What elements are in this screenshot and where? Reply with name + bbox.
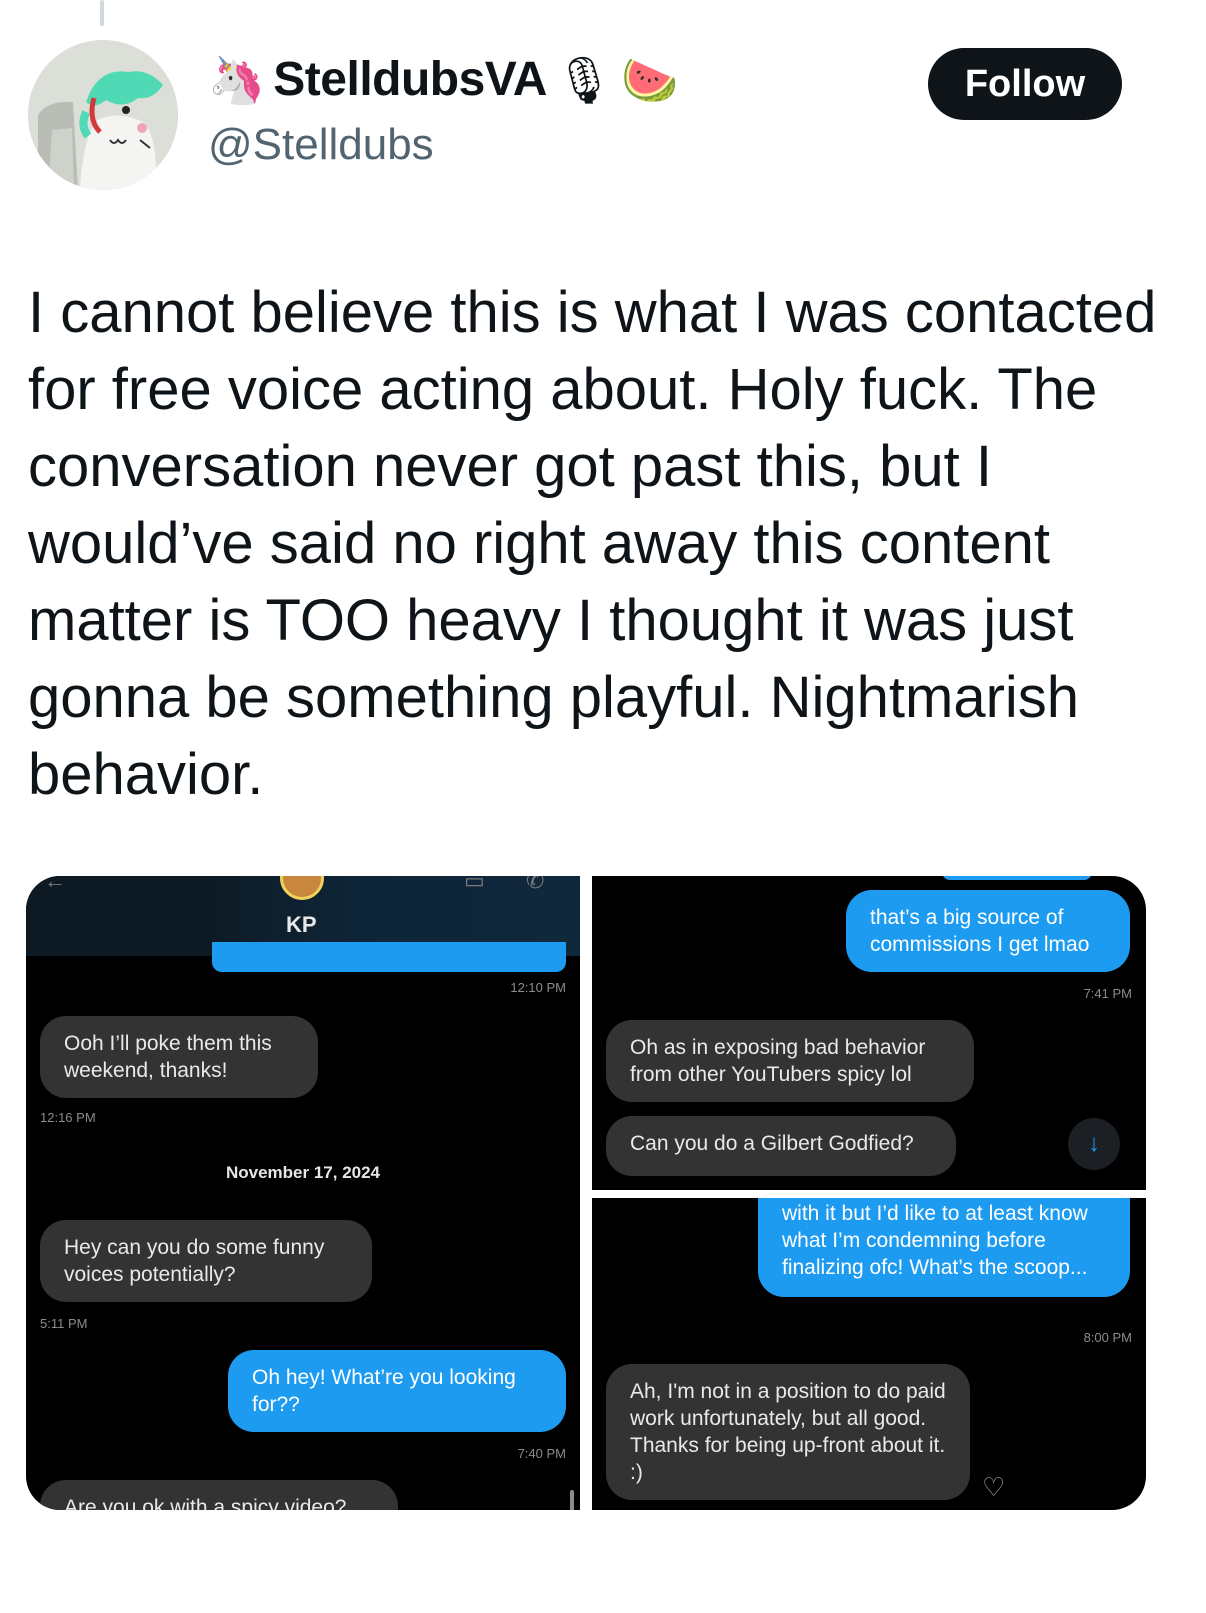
message-bubble-outgoing: with it but I’d like to at least know wh… bbox=[758, 1198, 1130, 1297]
message-bubble-outgoing: that’s a big source of commissions I get… bbox=[846, 890, 1130, 972]
tweet-media-grid[interactable]: ← ▭ ✆ KP 12:10 PM Ooh I’ll poke them thi… bbox=[26, 876, 1146, 1510]
microphone-emoji: 🎙 bbox=[554, 52, 614, 107]
message-bubble-outgoing-cropped bbox=[942, 876, 1092, 880]
author-display-name[interactable]: StelldubsVA bbox=[273, 52, 547, 107]
contact-name: KP bbox=[286, 912, 317, 937]
unicorn-emoji: 🦄 bbox=[208, 52, 266, 107]
date-separator: November 17, 2024 bbox=[225, 1163, 381, 1182]
message-bubble-incoming: Hey can you do some funny voices potenti… bbox=[40, 1220, 372, 1302]
media-image-2[interactable]: that’s a big source of commissions I get… bbox=[592, 876, 1146, 1190]
avatar-illustration bbox=[28, 40, 178, 190]
author-handle[interactable]: @Stelldubs bbox=[208, 120, 434, 170]
follow-button[interactable]: Follow bbox=[928, 48, 1122, 120]
message-timestamp: 12:16 PM bbox=[40, 1110, 96, 1125]
author-avatar[interactable] bbox=[28, 40, 178, 190]
phone-call-icon: ✆ bbox=[526, 876, 545, 893]
message-timestamp: 7:40 PM bbox=[517, 1446, 566, 1461]
scroll-indicator bbox=[570, 1490, 574, 1510]
message-bubble-incoming: Ah, I'm not in a position to do paid wor… bbox=[606, 1364, 970, 1500]
message-bubble-outgoing: Oh hey! What’re you looking for?? bbox=[228, 1350, 566, 1432]
tweet-text: I cannot believe this is what I was cont… bbox=[28, 280, 1157, 807]
heart-plus-icon[interactable]: ♡ bbox=[982, 1472, 1005, 1503]
message-timestamp: 12:10 PM bbox=[510, 980, 566, 995]
message-timestamp: 8:00 PM bbox=[1083, 1330, 1132, 1345]
arrow-down-icon[interactable]: ↓ bbox=[1068, 1118, 1120, 1170]
video-call-icon: ▭ bbox=[464, 876, 485, 893]
thread-connector-line bbox=[100, 0, 104, 26]
message-bubble-incoming: Ooh I’ll poke them this weekend, thanks! bbox=[40, 1016, 318, 1098]
message-bubble-incoming: Can you do a Gilbert Godfied? bbox=[606, 1116, 956, 1176]
back-arrow-icon: ← bbox=[44, 876, 66, 893]
message-bubble-outgoing-cropped bbox=[212, 942, 566, 972]
message-bubble-incoming-cropped: Are you ok with a spicy video? bbox=[40, 1480, 398, 1510]
media-image-3[interactable]: with it but I’d like to at least know wh… bbox=[592, 1198, 1146, 1510]
author-name-row[interactable]: 🦄 StelldubsVA 🎙 🍉 bbox=[208, 52, 679, 107]
media-image-1[interactable]: ← ▭ ✆ KP 12:10 PM Ooh I’ll poke them thi… bbox=[26, 876, 580, 1510]
watermelon-emoji: 🍉 bbox=[621, 52, 679, 107]
message-timestamp: 5:11 PM bbox=[40, 1316, 88, 1331]
message-timestamp: 7:41 PM bbox=[1083, 986, 1132, 1001]
message-bubble-incoming: Oh as in exposing bad behavior from othe… bbox=[606, 1020, 974, 1102]
